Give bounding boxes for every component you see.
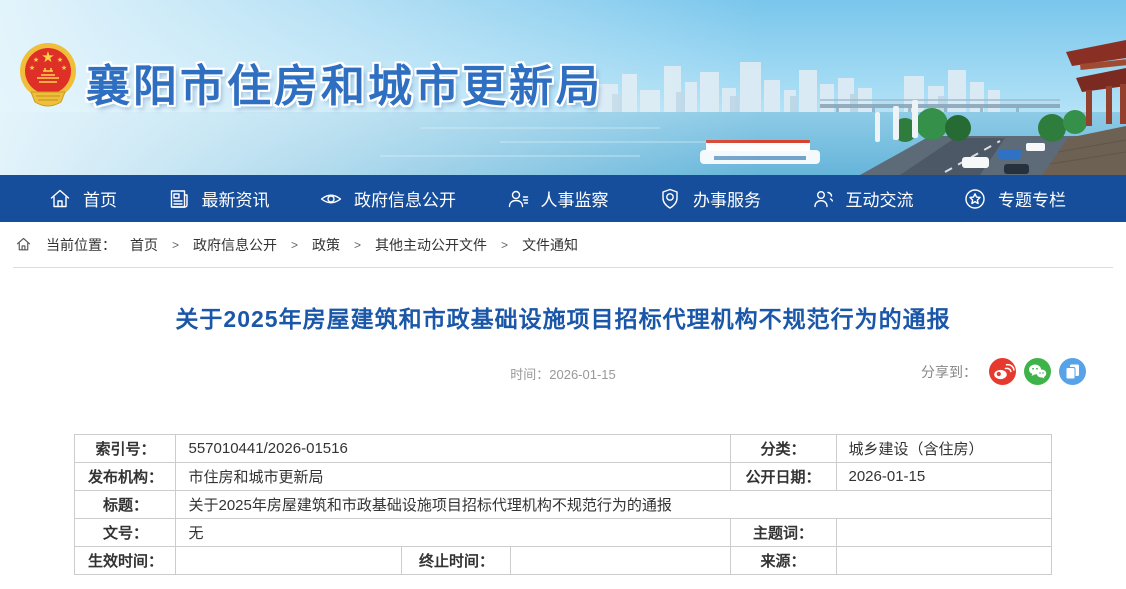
breadcrumb-bar: 当前位置： 首页 > 政府信息公开 > 政策 > 其他主动公开文件 > 文件通知 [0,222,1126,268]
meta-value-effective-date [176,547,402,575]
nav-label: 人事监察 [541,186,609,211]
breadcrumb-separator: > [291,238,298,252]
nav-label: 政府信息公开 [354,186,456,211]
shield-badge-icon [658,187,682,211]
article-area: 关于2025年房屋建筑和市政基础设施项目招标代理机构不规范行为的通报 时间：20… [0,300,1126,575]
nav-label: 专题专栏 [998,186,1066,211]
meta-value-index-number: 557010441/2026-01516 [176,435,730,463]
meta-value-expiry-date [511,547,730,575]
people-chat-icon [811,187,835,211]
share-weibo-button[interactable] [989,358,1016,385]
nav-item-personnel[interactable]: 人事监察 [506,186,609,211]
eye-icon [319,187,343,211]
site-banner: ★ ★ ★ ★ ★ 襄阳市住房和城市更新局 [0,0,1126,175]
svg-text:★: ★ [57,56,63,64]
breadcrumb: 当前位置： 首页 > 政府信息公开 > 政策 > 其他主动公开文件 > 文件通知 [13,222,1113,268]
star-circle-icon [963,187,987,211]
breadcrumb-separator: > [354,238,361,252]
home-icon [15,236,32,253]
meta-label-source: 来源： [730,547,836,575]
meta-label-agency: 发布机构： [75,463,176,491]
news-icon [167,187,191,211]
breadcrumb-link-other-public-docs[interactable]: 其他主动公开文件 [375,235,487,255]
svg-text:★: ★ [29,64,35,72]
svg-text:★: ★ [33,56,39,64]
nav-item-gov-info[interactable]: 政府信息公开 [319,186,456,211]
copy-link-icon [1059,358,1086,385]
site-title: 襄阳市住房和城市更新局 [86,50,603,114]
meta-label-publish-date: 公开日期： [730,463,836,491]
breadcrumb-link-home[interactable]: 首页 [130,235,158,255]
breadcrumb-link-document-notice[interactable]: 文件通知 [522,235,578,255]
meta-label-title: 标题： [75,491,176,519]
meta-value-title: 关于2025年房屋建筑和市政基础设施项目招标代理机构不规范行为的通报 [176,491,1051,519]
person-list-icon [506,187,530,211]
document-meta-table: 索引号： 557010441/2026-01516 分类： 城乡建设（含住房） … [74,434,1051,575]
national-emblem-icon: ★ ★ ★ ★ ★ [17,40,79,110]
meta-value-category: 城乡建设（含住房） [836,435,1051,463]
meta-label-index-number: 索引号： [75,435,176,463]
svg-text:★: ★ [61,64,67,72]
share-wechat-button[interactable] [1024,358,1051,385]
publish-time-label: 时间： [510,367,549,382]
table-row: 生效时间： 终止时间： 来源： [75,547,1051,575]
table-row: 发布机构： 市住房和城市更新局 公开日期： 2026-01-15 [75,463,1051,491]
share-label: 分享到： [921,362,977,382]
weibo-icon [989,358,1016,385]
meta-label-category: 分类： [730,435,836,463]
breadcrumb-link-gov-info[interactable]: 政府信息公开 [193,235,277,255]
breadcrumb-separator: > [172,238,179,252]
meta-value-publish-date: 2026-01-15 [836,463,1051,491]
nav-item-home[interactable]: 首页 [48,186,117,211]
breadcrumb-separator: > [501,238,508,252]
table-row: 索引号： 557010441/2026-01516 分类： 城乡建设（含住房） [75,435,1051,463]
meta-label-effective-date: 生效时间： [75,547,176,575]
meta-value-doc-number: 无 [176,519,730,547]
meta-label-doc-number: 文号： [75,519,176,547]
meta-value-agency: 市住房和城市更新局 [176,463,730,491]
table-row: 文号： 无 主题词： [75,519,1051,547]
breadcrumb-prefix: 当前位置： [46,235,116,255]
meta-label-expiry-date: 终止时间： [402,547,511,575]
svg-text:★: ★ [41,49,54,66]
home-icon [48,187,72,211]
nav-item-services[interactable]: 办事服务 [658,186,761,211]
nav-label: 最新资讯 [202,186,270,211]
table-row: 标题： 关于2025年房屋建筑和市政基础设施项目招标代理机构不规范行为的通报 [75,491,1051,519]
meta-label-keywords: 主题词： [730,519,836,547]
meta-value-source [836,547,1051,575]
article-title: 关于2025年房屋建筑和市政基础设施项目招标代理机构不规范行为的通报 [0,300,1126,334]
meta-value-keywords [836,519,1051,547]
wechat-icon [1024,358,1051,385]
main-nav: 首页 最新资讯 政府信息公开 人事监察 办事服务 互动交流 [0,175,1126,222]
nav-item-news[interactable]: 最新资讯 [167,186,270,211]
nav-item-special-topics[interactable]: 专题专栏 [963,186,1066,211]
breadcrumb-link-policy[interactable]: 政策 [312,235,340,255]
article-meta-row: 时间：2026-01-15 分享到： [0,358,1126,388]
share-bar: 分享到： [921,358,1086,385]
share-copy-link-button[interactable] [1059,358,1086,385]
nav-label: 互动交流 [846,186,914,211]
nav-label: 办事服务 [693,186,761,211]
nav-item-interaction[interactable]: 互动交流 [811,186,914,211]
publish-time-value: 2026-01-15 [549,367,616,382]
nav-label: 首页 [83,186,117,211]
